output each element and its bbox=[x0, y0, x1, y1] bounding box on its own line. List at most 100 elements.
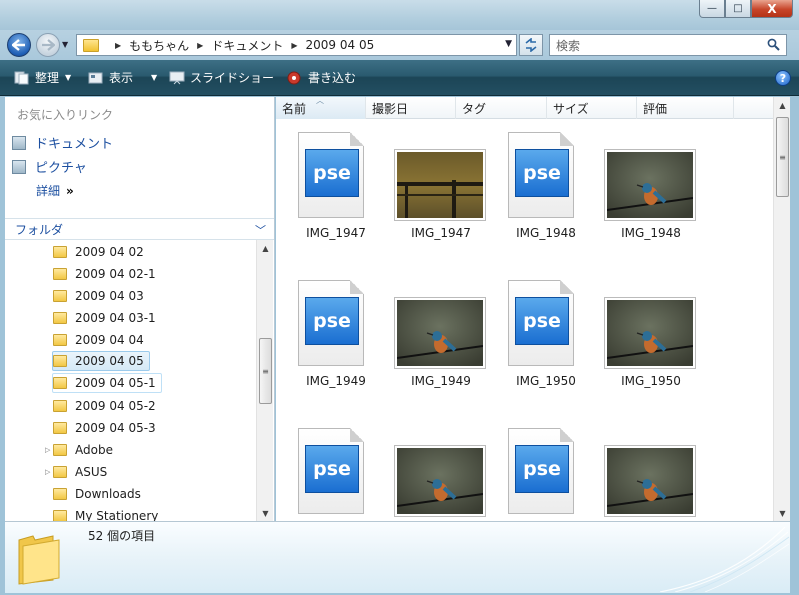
file-item[interactable] bbox=[591, 420, 695, 521]
column-date-taken[interactable]: 撮影日 bbox=[366, 97, 456, 119]
folder-icon bbox=[53, 377, 67, 389]
folder-item[interactable]: 2009 04 03 bbox=[53, 286, 149, 306]
folder-item[interactable]: 2009 04 02-1 bbox=[53, 264, 161, 284]
expand-arrow-icon[interactable]: ▷ bbox=[45, 468, 50, 476]
document-icon: pse bbox=[298, 428, 364, 514]
file-item[interactable]: pse IMG_1947 bbox=[276, 124, 380, 264]
pse-file-icon: pse bbox=[500, 132, 590, 222]
arrow-left-icon bbox=[12, 39, 25, 51]
column-label: 評価 bbox=[643, 101, 668, 116]
file-list-scrollbar[interactable]: ▲ ≡ ▼ bbox=[773, 97, 790, 521]
slideshow-button[interactable]: スライドショー bbox=[169, 69, 274, 86]
file-name: IMG_1947 bbox=[411, 226, 471, 240]
folder-icon bbox=[53, 510, 67, 521]
file-item[interactable]: pse IMG_1948 bbox=[486, 124, 590, 264]
burn-button[interactable]: 書き込む bbox=[287, 69, 356, 86]
column-tags[interactable]: タグ bbox=[456, 97, 547, 119]
folder-item[interactable]: 2009 04 03-1 bbox=[53, 308, 161, 328]
address-dropdown-icon[interactable]: ▼ bbox=[505, 39, 512, 49]
chevron-down-icon: ▼ bbox=[151, 73, 158, 82]
folder-item[interactable]: 2009 04 02 bbox=[53, 242, 149, 262]
expand-arrow-icon[interactable]: ▷ bbox=[45, 446, 50, 454]
favorite-documents[interactable]: ドキュメント bbox=[12, 133, 113, 152]
view-menu[interactable]: 表示 ▼ bbox=[88, 69, 157, 86]
chevron-down-icon: ﹀ bbox=[255, 224, 266, 237]
help-icon[interactable]: ? bbox=[775, 70, 791, 86]
file-item[interactable]: pse IMG_1949 bbox=[276, 272, 380, 412]
folder-item[interactable]: 2009 04 04 bbox=[53, 330, 149, 350]
file-item[interactable]: pse IMG_1950 bbox=[486, 272, 590, 412]
folder-item[interactable]: Adobe bbox=[53, 440, 118, 460]
document-icon: pse bbox=[508, 280, 574, 366]
image-thumbnail bbox=[395, 298, 485, 368]
scroll-down-icon[interactable]: ▼ bbox=[774, 505, 791, 521]
folders-header[interactable]: フォルダ ﹀ bbox=[5, 218, 274, 240]
breadcrumb-documents[interactable]: ドキュメント bbox=[211, 37, 283, 54]
view-label: 表示 bbox=[109, 71, 134, 85]
folder-label: Downloads bbox=[75, 487, 141, 501]
scroll-up-icon[interactable]: ▲ bbox=[257, 240, 274, 256]
search-icon[interactable] bbox=[767, 38, 780, 51]
breadcrumb-user[interactable]: ももちゃん bbox=[129, 37, 189, 54]
folder-icon bbox=[53, 312, 67, 324]
scroll-thumb[interactable]: ≡ bbox=[776, 117, 789, 197]
minimize-button[interactable]: — bbox=[699, 0, 725, 18]
file-item[interactable]: IMG_1947 bbox=[381, 124, 485, 264]
pse-logo: pse bbox=[305, 149, 359, 197]
pse-file-icon: pse bbox=[290, 428, 380, 518]
close-button[interactable]: X bbox=[751, 0, 793, 18]
scroll-down-icon[interactable]: ▼ bbox=[257, 505, 274, 521]
file-item[interactable]: IMG_1950 bbox=[591, 272, 695, 412]
folder-icon bbox=[53, 246, 67, 258]
file-item[interactable]: pse bbox=[276, 420, 380, 521]
image-thumbnail bbox=[395, 446, 485, 516]
documents-icon bbox=[12, 135, 26, 150]
maximize-button[interactable]: □ bbox=[725, 0, 751, 18]
file-name: IMG_1950 bbox=[516, 374, 576, 388]
organize-menu[interactable]: 整理 ▼ bbox=[14, 69, 71, 86]
folder-label: ASUS bbox=[75, 465, 108, 479]
chevron-right-icon[interactable]: ▶ bbox=[197, 41, 203, 50]
file-item[interactable]: IMG_1948 bbox=[591, 124, 695, 264]
column-rating[interactable]: 評価 bbox=[637, 97, 734, 119]
folder-item[interactable]: Downloads bbox=[53, 484, 146, 504]
file-item[interactable] bbox=[381, 420, 485, 521]
folder-label: 2009 04 05-3 bbox=[75, 421, 156, 435]
chevron-right-icon[interactable]: ▶ bbox=[291, 41, 297, 50]
favorite-pictures[interactable]: ピクチャ bbox=[12, 157, 87, 176]
column-name[interactable]: ︿ 名前 bbox=[276, 96, 366, 119]
pse-logo: pse bbox=[305, 445, 359, 493]
back-button[interactable] bbox=[7, 33, 31, 57]
folder-item[interactable]: My Stationery bbox=[53, 506, 163, 521]
decorative-swoosh bbox=[659, 526, 790, 592]
file-item[interactable]: pse bbox=[486, 420, 590, 521]
search-input[interactable]: 検索 bbox=[549, 34, 787, 56]
address-bar[interactable]: ▶ ももちゃん ▶ ドキュメント ▶ 2009 04 05 ▼ bbox=[76, 34, 517, 56]
folder-item[interactable]: 2009 04 05-1 bbox=[52, 373, 162, 393]
organize-icon bbox=[14, 71, 29, 84]
scroll-up-icon[interactable]: ▲ bbox=[774, 97, 791, 113]
scroll-thumb[interactable]: ≡ bbox=[259, 338, 272, 404]
folder-tree-scrollbar[interactable]: ▲ ≡ ▼ bbox=[256, 240, 273, 521]
chevron-down-icon: ▼ bbox=[65, 73, 72, 82]
favorites-more-link[interactable]: 詳細 » bbox=[36, 182, 74, 199]
pse-file-icon: pse bbox=[290, 132, 380, 222]
folder-item[interactable]: 2009 04 05-3 bbox=[53, 418, 161, 438]
folder-label: 2009 04 03 bbox=[75, 289, 144, 303]
folder-item[interactable]: ASUS bbox=[53, 462, 112, 482]
window-controls: — □ X bbox=[699, 0, 793, 18]
refresh-button[interactable] bbox=[519, 34, 543, 56]
breadcrumb-current-folder[interactable]: 2009 04 05 bbox=[306, 38, 375, 52]
favorite-label: ドキュメント bbox=[35, 137, 114, 152]
burn-icon bbox=[287, 71, 301, 84]
recent-pages-dropdown[interactable]: ▼ bbox=[62, 40, 72, 50]
column-size[interactable]: サイズ bbox=[547, 97, 637, 119]
folder-item-selected[interactable]: 2009 04 05 bbox=[52, 351, 150, 371]
file-item[interactable]: IMG_1949 bbox=[381, 272, 485, 412]
chevron-right-icon[interactable]: ▶ bbox=[115, 41, 121, 50]
forward-button[interactable] bbox=[36, 33, 60, 57]
folder-item[interactable]: 2009 04 05-2 bbox=[53, 396, 161, 416]
column-headers: ︿ 名前 撮影日 タグ サイズ 評価 bbox=[276, 96, 773, 119]
favorites-more-label: 詳細 bbox=[36, 184, 61, 198]
pse-logo: pse bbox=[305, 297, 359, 345]
